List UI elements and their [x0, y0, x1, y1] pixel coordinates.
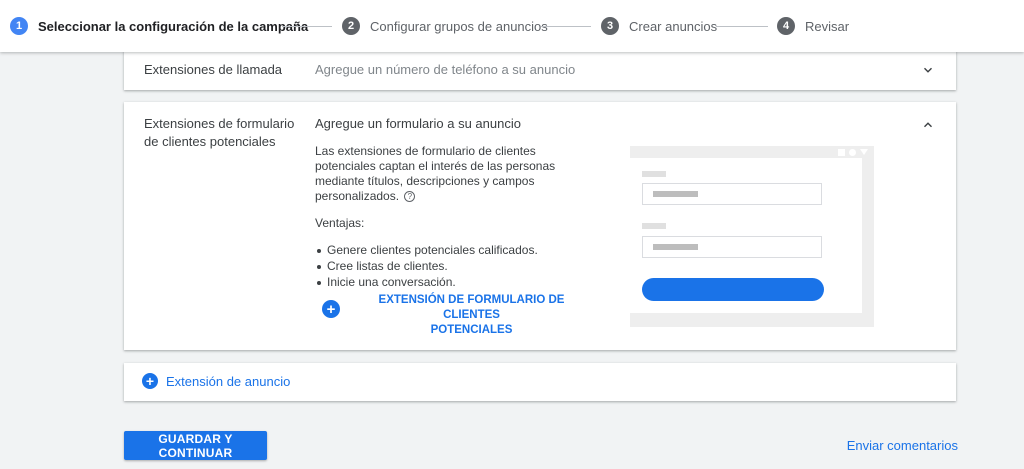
add-ad-extension-label: Extensión de anuncio: [166, 373, 291, 389]
preview-input: [642, 183, 822, 205]
chevron-up-icon[interactable]: [920, 117, 936, 133]
step-3[interactable]: 3 Crear anuncios: [601, 16, 717, 36]
lead-form-extension-label: Extensiones de formulario de clientes po…: [144, 116, 295, 149]
step-connector: [716, 26, 768, 27]
benefits-list: Genere clientes potenciales calificados.…: [315, 243, 595, 290]
call-extension-label: Extensiones de llamada: [144, 62, 283, 77]
lead-form-preview-illustration: [630, 146, 874, 327]
add-lead-form-extension-label: EXTENSIÓN DE FORMULARIO DE CLIENTES POTE…: [378, 294, 565, 336]
step-number: 2: [342, 17, 360, 35]
step-connector: [282, 26, 332, 27]
preview-submit-button: [642, 278, 824, 301]
lead-form-description-block: Las extensiones de formulario de cliente…: [315, 144, 595, 291]
preview-footer: [630, 313, 874, 327]
preview-input: [642, 236, 822, 258]
benefits-title: Ventajas:: [315, 216, 365, 230]
list-item: Genere clientes potenciales calificados.: [315, 243, 595, 258]
help-circle-icon[interactable]: ?: [404, 191, 416, 202]
step-1[interactable]: 1 Seleccionar la configuración de la cam…: [10, 16, 308, 36]
step-2[interactable]: 2 Configurar grupos de anuncios: [342, 16, 548, 36]
lead-form-extension-panel: Extensiones de formulario de clientes po…: [124, 102, 956, 350]
step-number: 1: [10, 17, 28, 35]
step-label: Configurar grupos de anuncios: [370, 18, 548, 34]
add-lead-form-extension-button[interactable]: + EXTENSIÓN DE FORMULARIO DE CLIENTES PO…: [322, 293, 602, 338]
ad-extension-row: + Extensión de anuncio: [124, 363, 956, 401]
step-4[interactable]: 4 Revisar: [777, 16, 849, 36]
list-item: Cree listas de clientes.: [315, 259, 595, 274]
call-extension-summary: Agregue un número de teléfono a su anunc…: [315, 62, 576, 77]
step-label: Crear anuncios: [629, 18, 718, 34]
add-ad-extension-button[interactable]: + Extensión de anuncio: [142, 373, 290, 389]
chevron-down-icon[interactable]: [920, 62, 936, 78]
step-connector: [541, 26, 591, 27]
step-label: Seleccionar la configuración de la campa…: [38, 18, 309, 34]
triangle-icon: [860, 149, 868, 155]
step-label: Revisar: [805, 18, 850, 34]
send-feedback-link[interactable]: Enviar comentarios: [847, 438, 958, 453]
preview-field-label: [642, 171, 666, 177]
lead-form-description: Las extensiones de formulario de cliente…: [315, 144, 556, 203]
list-item: Inicie una conversación.: [315, 275, 595, 290]
preview-window-controls: [630, 146, 874, 158]
preview-scrollbar: [862, 158, 874, 327]
square-icon: [838, 148, 845, 156]
preview-form-panel: [630, 158, 862, 313]
plus-circle-icon: +: [142, 373, 158, 389]
circle-icon: [849, 148, 856, 156]
step-number: 4: [777, 17, 795, 35]
save-and-continue-button[interactable]: GUARDAR Y CONTINUAR: [124, 431, 267, 460]
call-extension-row[interactable]: Extensiones de llamada Agregue un número…: [124, 50, 956, 90]
preview-field-label: [642, 223, 666, 229]
step-number: 3: [601, 17, 619, 35]
lead-form-extension-summary: Agregue un formulario a su anuncio: [315, 116, 521, 131]
campaign-stepper: 1 Seleccionar la configuración de la cam…: [0, 0, 1024, 52]
plus-circle-icon: +: [322, 300, 340, 318]
